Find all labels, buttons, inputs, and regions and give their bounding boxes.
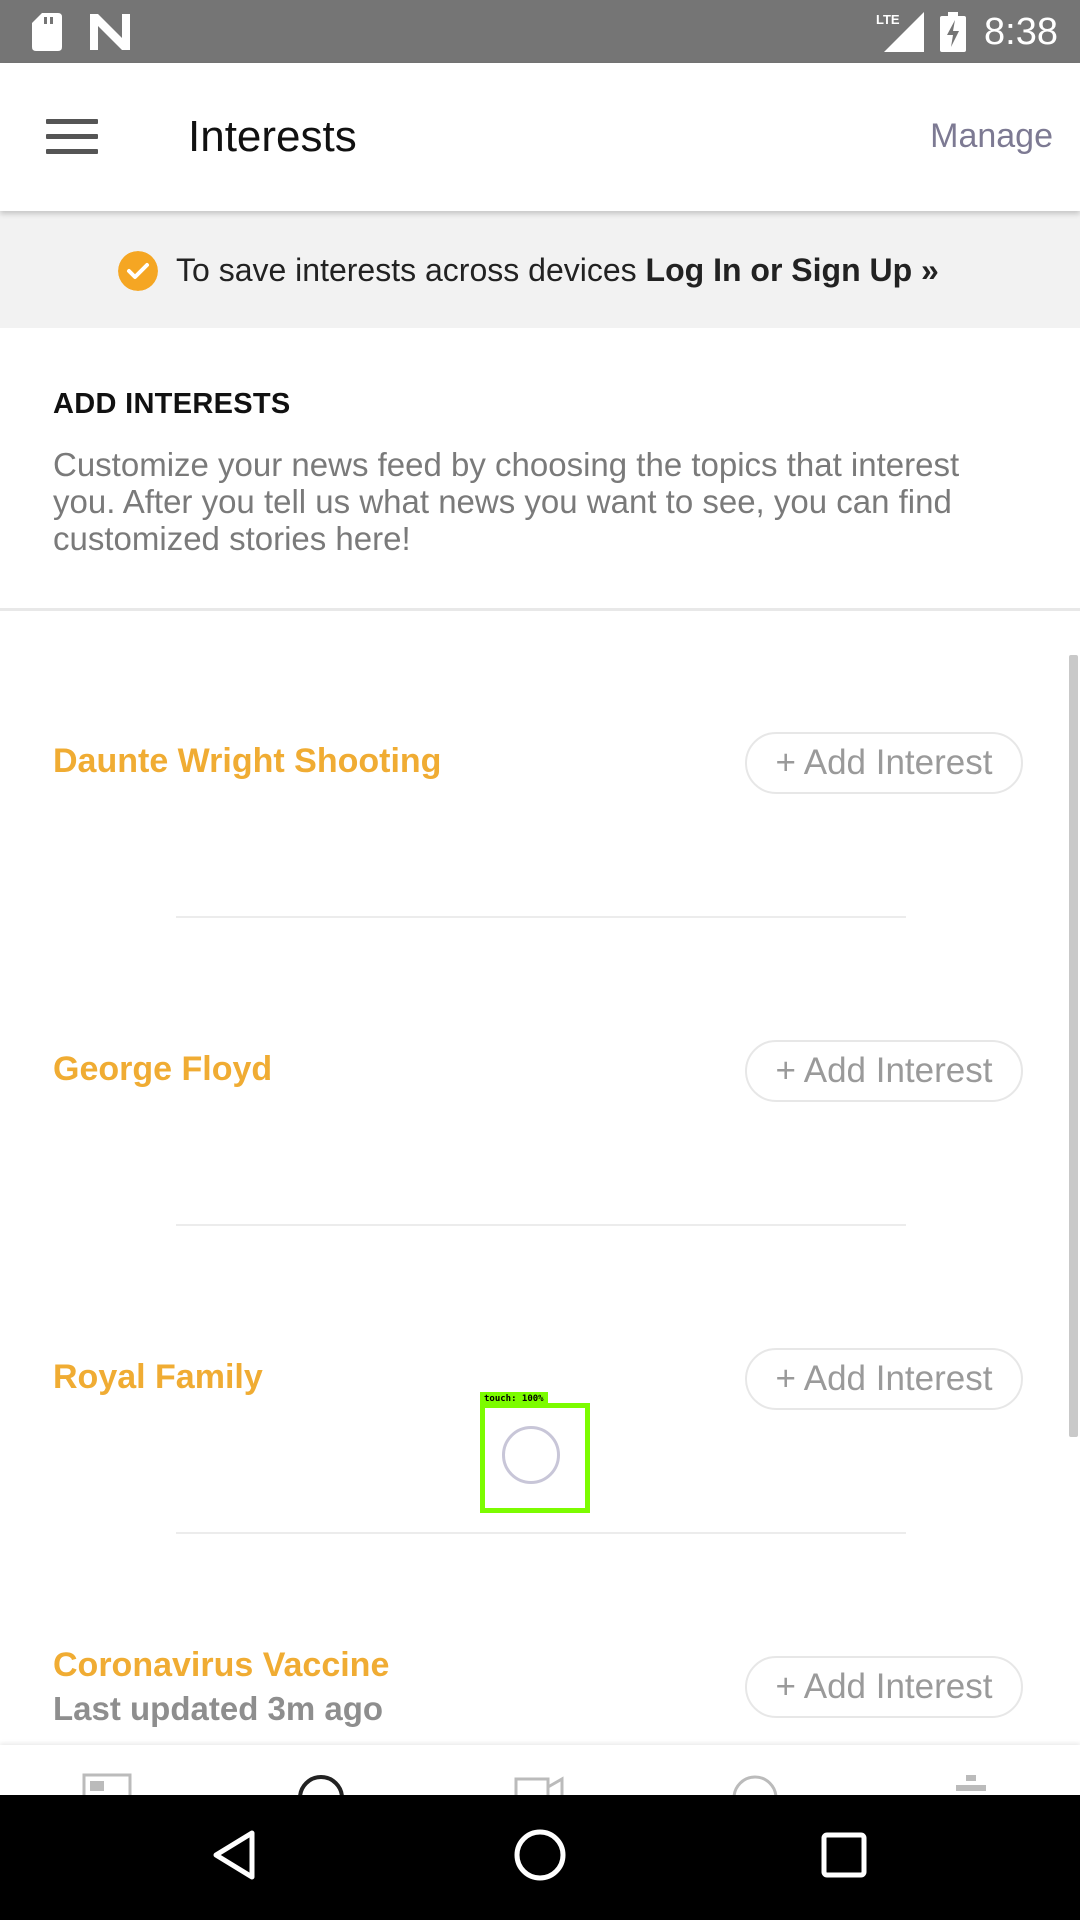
more-tab-icon[interactable] [946,1773,996,1795]
svg-text:LTE: LTE [876,12,900,27]
topic-name[interactable]: Daunte Wright Shooting [53,742,441,781]
add-interest-button[interactable]: + Add Interest [745,1348,1023,1410]
divider [176,916,906,918]
banner-text: To save interests across devices [176,252,637,288]
n-logo-icon [90,14,130,50]
add-interest-button[interactable]: + Add Interest [745,732,1023,794]
page-title: Interests [188,112,357,161]
battery-charging-icon [940,12,966,52]
touch-point-icon [502,1426,560,1484]
sd-card-icon [32,13,62,51]
manage-button[interactable]: Manage [930,113,1053,159]
explore-tab-icon[interactable] [296,1773,346,1795]
divider [176,1532,906,1534]
divider [176,1224,906,1226]
recents-icon[interactable] [814,1825,874,1885]
login-banner[interactable]: To save interests across devices Log In … [0,211,1080,328]
topic-name[interactable]: Coronavirus Vaccine [53,1646,389,1685]
news-tab-icon[interactable] [82,1773,132,1795]
add-interest-button[interactable]: + Add Interest [745,1040,1023,1102]
divider [0,608,1080,611]
banner-message: To save interests across devices Log In … [176,248,939,292]
check-circle-icon [118,251,158,291]
add-interest-button[interactable]: + Add Interest [745,1656,1023,1718]
topic-updated: Last updated 3m ago [53,1690,384,1727]
scrollbar[interactable] [1069,655,1078,1437]
login-signup-link[interactable]: Log In or Sign Up » [646,252,939,288]
hamburger-menu-icon[interactable] [46,119,98,155]
topic-name[interactable]: George Floyd [53,1050,272,1089]
clock: 8:38 [984,11,1058,53]
back-icon[interactable] [206,1825,266,1885]
add-interests-heading: ADD INTERESTS [53,388,291,420]
list-item: George Floyd + Add Interest [0,1008,1080,1208]
home-icon[interactable] [510,1825,570,1885]
status-bar: LTE 8:38 [0,0,1080,63]
add-interests-description: Customize your news feed by choosing the… [53,446,960,557]
bottom-tab-bar [0,1745,1080,1795]
list-item: Daunte Wright Shooting + Add Interest [0,700,1080,900]
lte-signal-icon: LTE [876,12,924,52]
system-navigation-bar [0,1795,1080,1920]
video-tab-icon[interactable] [514,1773,564,1795]
app-bar: Interests Manage [0,63,1080,211]
play-tab-icon[interactable] [730,1773,780,1795]
topic-name[interactable]: Royal Family [53,1358,263,1397]
